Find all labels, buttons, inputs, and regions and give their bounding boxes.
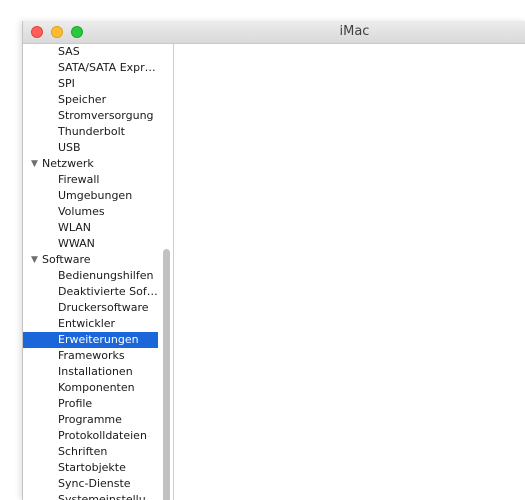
sidebar-item[interactable]: Bedienungshilfen xyxy=(23,268,158,284)
sidebar-item-label: Profile xyxy=(58,397,93,410)
sidebar-item[interactable]: WWAN xyxy=(23,236,158,252)
sidebar-item[interactable]: Deaktivierte Sof… xyxy=(23,284,158,300)
sidebar-item-label: Software xyxy=(42,253,91,266)
sidebar-item[interactable]: Startobjekte xyxy=(23,460,158,476)
sidebar-item-label: USB xyxy=(58,141,81,154)
disclosure-triangle-down-icon[interactable]: ▼ xyxy=(31,156,42,172)
sidebar-item-label: SAS xyxy=(58,45,80,58)
sidebar-item-label: Erweiterungen xyxy=(58,333,139,346)
title-bar[interactable]: iMac xyxy=(23,21,525,44)
sidebar-item-label: SATA/SATA Expr… xyxy=(58,61,156,74)
detail-pane xyxy=(174,44,525,500)
system-information-window: iMac SAS SATA/SATA Expr… SPI Speicher Stromv… xyxy=(22,21,525,500)
sidebar-item[interactable]: Profile xyxy=(23,396,158,412)
sidebar-item-label: Entwickler xyxy=(58,317,116,330)
sidebar-item[interactable]: Komponenten xyxy=(23,380,158,396)
sidebar-item[interactable]: Sync-Dienste xyxy=(23,476,158,492)
sidebar-item[interactable]: Umgebungen xyxy=(23,188,158,204)
sidebar-item-label: Komponenten xyxy=(58,381,135,394)
sidebar-item[interactable]: WLAN xyxy=(23,220,158,236)
sidebar-item[interactable]: Protokolldateien xyxy=(23,428,158,444)
disclosure-triangle-down-icon[interactable]: ▼ xyxy=(31,252,42,268)
sidebar-group[interactable]: ▼ Software xyxy=(23,252,158,268)
sidebar-item[interactable]: Schriften xyxy=(23,444,158,460)
sidebar-item-label: SPI xyxy=(58,77,75,90)
sidebar[interactable]: SAS SATA/SATA Expr… SPI Speicher Stromversor… xyxy=(23,44,173,500)
sidebar-item-label: Systemeinstellu… xyxy=(58,493,157,500)
sidebar-item[interactable]: SATA/SATA Expr… xyxy=(23,60,158,76)
sidebar-item[interactable]: Thunderbolt xyxy=(23,124,158,140)
sidebar-item-label: Volumes xyxy=(58,205,105,218)
sidebar-item[interactable]: Programme xyxy=(23,412,158,428)
zoom-button[interactable] xyxy=(71,26,83,38)
sidebar-item-label: Netzwerk xyxy=(42,157,94,170)
scrollbar-thumb[interactable] xyxy=(163,249,170,500)
sidebar-item[interactable]: Systemeinstellu… xyxy=(23,492,158,500)
sidebar-item-label: Programme xyxy=(58,413,122,426)
sidebar-item-label: Druckersoftware xyxy=(58,301,149,314)
sidebar-item[interactable]: Installationen xyxy=(23,364,158,380)
sidebar-item[interactable]: Entwickler xyxy=(23,316,158,332)
sidebar-item-label: Sync-Dienste xyxy=(58,477,131,490)
sidebar-item[interactable]: Frameworks xyxy=(23,348,158,364)
sidebar-item-label: Deaktivierte Sof… xyxy=(58,285,158,298)
sidebar-item[interactable]: Firewall xyxy=(23,172,158,188)
sidebar-item-label: Startobjekte xyxy=(58,461,126,474)
sidebar-item[interactable]: SPI xyxy=(23,76,158,92)
sidebar-item-label: WWAN xyxy=(58,237,95,250)
sidebar-item-label: Umgebungen xyxy=(58,189,133,202)
sidebar-item-label: Frameworks xyxy=(58,349,125,362)
sidebar-item-label: Firewall xyxy=(58,173,100,186)
sidebar-item[interactable]: Stromversorgung xyxy=(23,108,158,124)
sidebar-item-label: Bedienungshilfen xyxy=(58,269,154,282)
sidebar-item[interactable]: Druckersoftware xyxy=(23,300,158,316)
sidebar-item[interactable]: USB xyxy=(23,140,158,156)
minimize-button[interactable] xyxy=(51,26,63,38)
close-button[interactable] xyxy=(31,26,43,38)
sidebar-item-label: Speicher xyxy=(58,93,107,106)
sidebar-item[interactable]: Erweiterungen xyxy=(23,332,158,348)
sidebar-item-label: Thunderbolt xyxy=(58,125,125,138)
sidebar-item-label: Protokolldateien xyxy=(58,429,147,442)
sidebar-group[interactable]: ▼ Netzwerk xyxy=(23,156,158,172)
sidebar-item-label: Schriften xyxy=(58,445,108,458)
sidebar-item-label: Installationen xyxy=(58,365,133,378)
sidebar-item-label: WLAN xyxy=(58,221,92,234)
window-title: iMac xyxy=(339,24,370,39)
sidebar-item[interactable]: SAS xyxy=(23,44,158,60)
sidebar-item-label: Stromversorgung xyxy=(58,109,154,122)
sidebar-item[interactable]: Volumes xyxy=(23,204,158,220)
sidebar-item[interactable]: Speicher xyxy=(23,92,158,108)
